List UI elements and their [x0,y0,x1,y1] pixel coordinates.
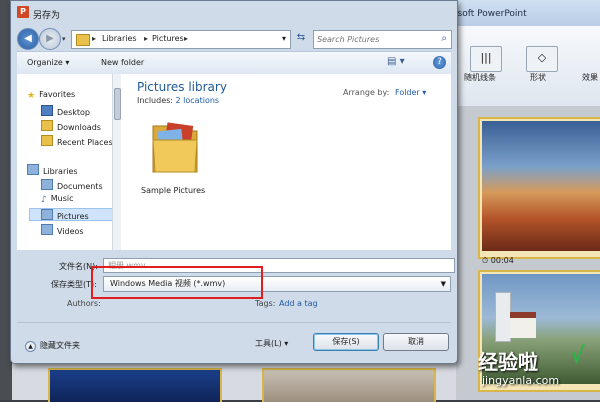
random-lines-effect-icon[interactable]: ||| [470,46,502,72]
cancel-button[interactable]: 取消 [383,333,449,351]
nav-downloads[interactable]: Downloads [41,120,101,132]
nav-label: Recent Places [57,138,113,147]
desert-slide-image [482,121,600,251]
library-title: Pictures library [137,80,227,94]
powerpoint-app-icon: P [17,6,29,18]
nav-favorites[interactable]: ★ Favorites [27,90,75,101]
breadcrumb-separator[interactable]: ▸ [184,34,188,43]
ribbon-label-shape: 形状 [530,73,546,82]
breadcrumb-pictures[interactable]: Pictures [152,34,184,43]
hide-folders-label: 隐藏文件夹 [40,341,80,350]
nav-music[interactable]: ♪ Music [41,194,74,205]
desktop-icon [41,105,53,116]
filetype-label: 保存类型(T): [51,280,97,289]
save-button[interactable]: 保存(S) [313,333,379,351]
nav-label: Libraries [43,167,78,176]
watermark: 经验啦 √ jingyanla.com [478,344,598,398]
slide-thumb-bottom-2[interactable] [262,368,436,402]
refresh-icon[interactable]: ⇆ [293,31,309,46]
watermark-url: jingyanla.com [482,374,560,387]
chevron-down-icon[interactable]: ▾ [282,34,286,43]
ribbon-label-effects: 效果 [582,73,598,82]
search-icon[interactable]: ⌕ [441,33,447,44]
nav-videos[interactable]: Videos [41,224,84,236]
locations-link[interactable]: 2 locations [176,96,220,105]
save-as-dialog: P 另存为 ◀ ▶ ▾ ▸ Libraries ▸ Pictures ▸ ▾ ⇆… [10,0,458,364]
authors-label: Authors: [67,299,101,308]
nav-label: Documents [57,182,103,191]
tools-button[interactable]: 工具(L) ▾ [255,338,288,349]
help-icon[interactable]: ? [433,56,446,69]
recent-places-icon [41,135,53,146]
folder-icon [76,34,90,46]
slide-timing-value: 00:04 [490,256,514,265]
search-box[interactable]: ⌕ [313,30,452,49]
breadcrumb-separator[interactable]: ▸ [144,34,148,43]
chevron-down-icon[interactable]: ▼ [441,277,446,291]
nav-label: Pictures [57,212,89,221]
back-arrow-icon[interactable]: ◀ [17,28,39,50]
dialog-title: 另存为 [33,11,61,21]
new-folder-button[interactable]: New folder [101,58,144,67]
nav-scrollbar[interactable] [112,74,121,250]
search-input[interactable] [317,33,431,45]
navigation-pane: ★ Favorites Desktop Downloads Recent Plac… [17,74,126,250]
ribbon-label-random-lines: 随机线条 [464,73,496,82]
breadcrumb-libraries[interactable]: Libraries [102,34,137,43]
sample-pictures-folder-icon[interactable] [151,118,199,174]
add-tag-link[interactable]: Add a tag [279,299,318,308]
lighthouse-tower-shape [495,292,511,342]
nav-label: Music [50,194,74,203]
lighthouse-house-shape [510,312,536,338]
nav-label: Favorites [39,90,76,99]
library-includes: Includes: 2 locations [137,96,219,105]
documents-icon [41,179,53,190]
nav-desktop[interactable]: Desktop [41,105,90,117]
nav-libraries[interactable]: Libraries [27,164,78,176]
pictures-icon [41,209,53,220]
watermark-title: 经验啦 [478,350,538,374]
address-bar[interactable]: ▸ Libraries ▸ Pictures ▸ ▾ [71,30,291,49]
footer-divider [17,322,451,323]
checkmark-icon: √ [570,344,585,369]
hide-folders-toggle[interactable]: ▲ 隐藏文件夹 [25,340,80,352]
tags-label: Tags: [255,299,276,308]
star-icon: ★ [27,91,36,101]
breadcrumb-separator[interactable]: ▸ [92,34,96,43]
change-view-icon[interactable]: ▤ ▾ [387,56,405,67]
videos-icon [41,224,53,235]
nav-documents[interactable]: Documents [41,179,103,191]
slide-thumb-bottom-1[interactable] [48,368,222,402]
recent-locations-dropdown-icon[interactable]: ▾ [62,35,66,43]
file-list-pane: Pictures library Includes: 2 locations A… [121,74,451,250]
sample-pictures-folder-label[interactable]: Sample Pictures [141,186,205,195]
organize-button[interactable]: Organize ▾ [27,58,69,67]
dialog-titlebar[interactable] [11,1,457,25]
collapse-icon: ▲ [25,341,36,352]
nav-label: Downloads [57,123,101,132]
forward-arrow-icon[interactable]: ▶ [39,28,61,50]
nav-scroll-thumb[interactable] [114,88,121,120]
slide-timing: ⏱ 00:04 [482,256,514,265]
powerpoint-title: osoft PowerPoint [452,9,527,19]
music-icon: ♪ [41,195,47,205]
libraries-icon [27,164,39,175]
downloads-folder-icon [41,120,53,131]
dialog-toolbar: Organize ▾ New folder ▤ ▾ ? [17,51,451,75]
includes-prefix: Includes: [137,96,176,105]
nav-label: Videos [57,227,84,236]
arrange-by-label: Arrange by: [343,88,390,97]
nav-recent-places[interactable]: Recent Places [41,135,113,147]
nav-label: Desktop [57,108,90,117]
red-highlight-box [91,266,263,299]
shape-effect-icon[interactable]: ◇ [526,46,558,72]
arrange-by-dropdown[interactable]: Folder ▾ [395,88,426,97]
